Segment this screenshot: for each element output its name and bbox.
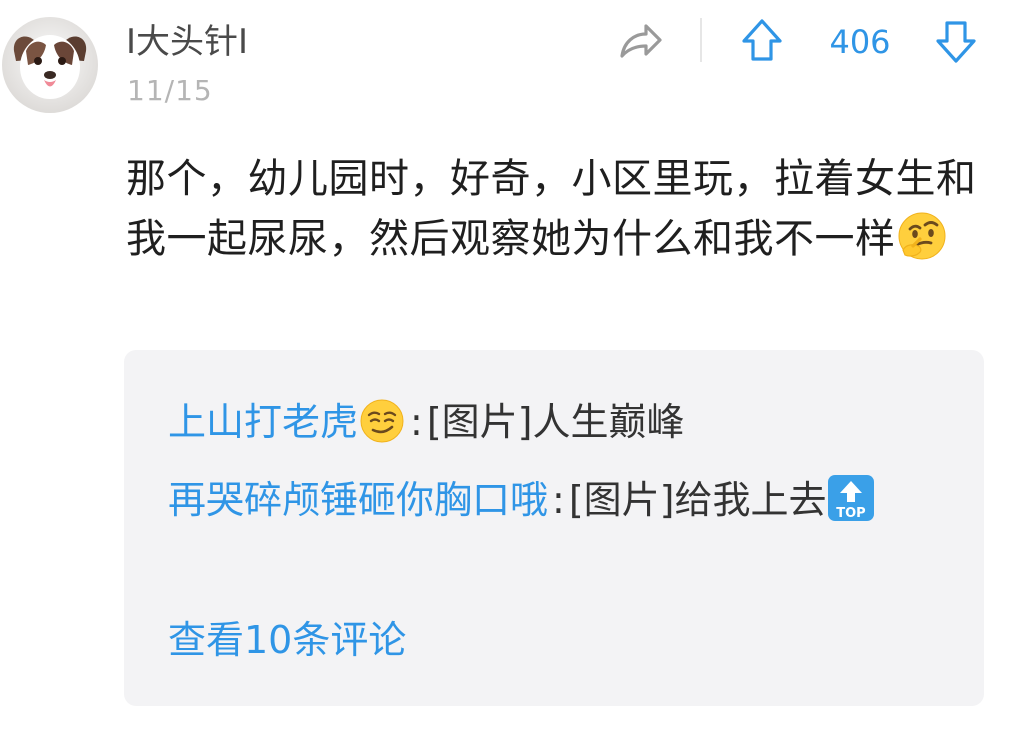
- post-content-text: 那个，幼儿园时，好奇，小区里玩，拉着女生和我一起尿尿，然后观察她为什么和我不一样: [126, 156, 977, 262]
- share-icon[interactable]: [614, 18, 666, 62]
- reply-text: [图片]给我上去: [568, 478, 827, 522]
- reply-item[interactable]: 上山打老虎 : [图片]人生巅峰: [168, 388, 928, 466]
- reply-colon: :: [410, 400, 423, 444]
- reply-colon: :: [552, 478, 565, 522]
- arrow-down-icon[interactable]: [934, 17, 978, 65]
- post-content: 那个，幼儿园时，好奇，小区里玩，拉着女生和我一起尿尿，然后观察她为什么和我不一样: [126, 149, 996, 279]
- top-arrow-emoji: TOP: [826, 473, 876, 544]
- reply-username[interactable]: 上山打老虎: [168, 400, 358, 444]
- smirking-face-emoji: [358, 397, 406, 466]
- post-date: 11/15: [127, 74, 213, 107]
- username[interactable]: I大头针I: [126, 20, 248, 64]
- vote-count: 406: [829, 23, 891, 61]
- reply-item[interactable]: 再哭碎颅锤砸你胸口哦: [图片]给我上去 TOP: [168, 466, 928, 544]
- thinking-face-emoji: [896, 210, 948, 279]
- arrow-up-icon[interactable]: [740, 17, 784, 65]
- reply-preview-box[interactable]: 上山打老虎 : [图片]人生巅峰 再哭碎颅锤砸你胸口哦: [图片]给我上去 TOP …: [124, 350, 984, 706]
- view-more-comments-link[interactable]: 查看10条评论: [168, 612, 406, 668]
- reply-text: [图片]人生巅峰: [426, 400, 685, 444]
- dog-avatar-image: [2, 17, 98, 113]
- avatar[interactable]: [2, 17, 98, 113]
- svg-text:TOP: TOP: [837, 506, 866, 521]
- action-divider: [700, 18, 702, 62]
- reply-username[interactable]: 再哭碎颅锤砸你胸口哦: [168, 478, 548, 522]
